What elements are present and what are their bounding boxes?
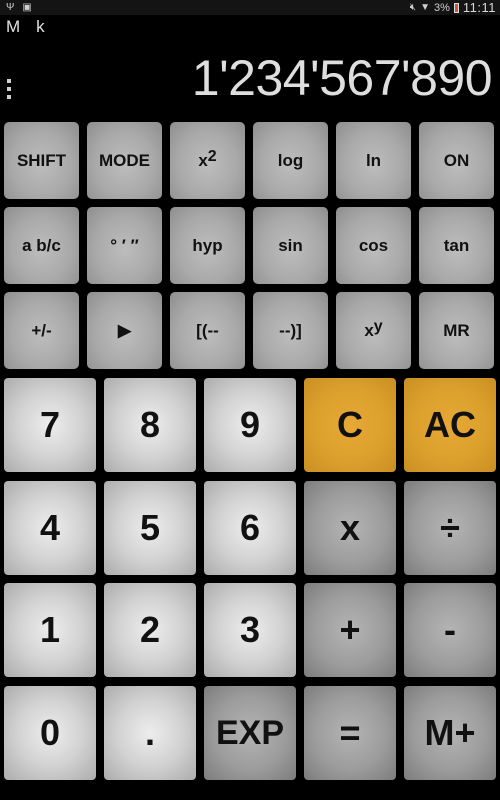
key-label: 2 <box>139 609 161 650</box>
button-label: [(-- <box>196 320 219 340</box>
key-7-button[interactable]: 7 <box>4 378 96 472</box>
button-superscript: 2 <box>207 147 217 165</box>
key-label: 5 <box>139 507 161 548</box>
image-icon: ▣ <box>22 2 32 13</box>
key-0-button[interactable]: 0 <box>4 686 96 780</box>
button-label: sin <box>278 235 303 255</box>
power-button[interactable]: xy <box>336 292 411 369</box>
button-label: MR <box>443 320 470 340</box>
key-6-button[interactable]: 6 <box>204 481 296 575</box>
clock: 11:11 <box>462 0 496 15</box>
button-superscript: y <box>373 317 383 335</box>
key-4-button[interactable]: 4 <box>4 481 96 575</box>
key-label: C <box>337 404 363 445</box>
mr-button[interactable]: MR <box>419 292 494 369</box>
tan-button[interactable]: tan <box>419 207 494 284</box>
key-minus-button[interactable]: - <box>404 583 496 677</box>
key-decimal-button[interactable]: . <box>104 686 196 780</box>
cos-button[interactable]: cos <box>336 207 411 284</box>
key-label: + <box>339 609 361 650</box>
key-label: - <box>444 609 456 650</box>
key-label: 8 <box>139 404 161 445</box>
key-divide-button[interactable]: ÷ <box>404 481 496 575</box>
button-label: a b/c <box>22 235 61 255</box>
shift-button[interactable]: SHIFT <box>4 122 79 199</box>
key-1-button[interactable]: 1 <box>4 583 96 677</box>
calculator-display: 1'234'567'890 <box>191 50 493 106</box>
key-label: 4 <box>39 507 61 548</box>
key-8-button[interactable]: 8 <box>104 378 196 472</box>
hyp-button[interactable]: hyp <box>170 207 245 284</box>
button-label: x <box>198 150 208 170</box>
key-label: 1 <box>39 609 61 650</box>
square-button[interactable]: x2 <box>170 122 245 199</box>
button-label: hyp <box>192 235 223 255</box>
button-label: ° ′ ″ <box>110 235 139 255</box>
status-bar: Ψ ▣ 🔇︎ ▼ 3% 11:11 <box>0 0 500 15</box>
key-multiply-button[interactable]: x <box>304 481 396 575</box>
log-button[interactable]: log <box>253 122 328 199</box>
mute-icon: 🔇︎ <box>409 2 417 13</box>
close-paren-button[interactable]: --)] <box>253 292 328 369</box>
key-label: = <box>339 712 361 753</box>
kilo-indicator: k <box>36 17 45 36</box>
ln-button[interactable]: ln <box>336 122 411 199</box>
button-label: x <box>364 320 374 340</box>
key-label: 6 <box>239 507 261 548</box>
key-label: 3 <box>239 609 261 650</box>
key-label: M+ <box>424 712 476 753</box>
key-label: EXP <box>215 713 285 752</box>
button-label: MODE <box>99 150 150 170</box>
key-label: ÷ <box>440 507 460 548</box>
button-label: log <box>277 150 304 170</box>
degrees-button[interactable]: ° ′ ″ <box>87 207 162 284</box>
key-label: 0 <box>39 712 61 753</box>
key-c-button[interactable]: C <box>304 378 396 472</box>
overflow-menu-icon[interactable] <box>7 79 13 99</box>
key-label: x <box>339 507 361 548</box>
fraction-button[interactable]: a b/c <box>4 207 79 284</box>
button-label: cos <box>358 235 389 255</box>
button-label: --)] <box>279 320 302 340</box>
key-label: 9 <box>239 404 261 445</box>
key-plus-button[interactable]: + <box>304 583 396 677</box>
play-button[interactable]: ▶ <box>87 292 162 369</box>
open-paren-button[interactable]: [(-- <box>170 292 245 369</box>
battery-icon <box>453 2 459 13</box>
key-equals-button[interactable]: = <box>304 686 396 780</box>
key-label: AC <box>424 404 476 445</box>
mode-button[interactable]: MODE <box>87 122 162 199</box>
sin-button[interactable]: sin <box>253 207 328 284</box>
indicator-row: M k <box>6 17 45 37</box>
wifi-icon: ▼ <box>420 2 430 13</box>
button-label: ▶ <box>117 320 132 340</box>
button-label: tan <box>443 235 470 255</box>
key-2-button[interactable]: 2 <box>104 583 196 677</box>
button-label: ln <box>365 150 382 170</box>
sign-button[interactable]: +/- <box>4 292 79 369</box>
on-button[interactable]: ON <box>419 122 494 199</box>
key-3-button[interactable]: 3 <box>204 583 296 677</box>
key-5-button[interactable]: 5 <box>104 481 196 575</box>
button-label: +/- <box>31 320 52 340</box>
usb-icon: Ψ <box>6 2 15 13</box>
button-label: ON <box>443 150 470 170</box>
key-m-plus-button[interactable]: M+ <box>404 686 496 780</box>
key-ac-button[interactable]: AC <box>404 378 496 472</box>
key-label: . <box>144 712 155 753</box>
key-label: 7 <box>39 404 61 445</box>
memory-indicator: M <box>6 17 21 36</box>
battery-percent: 3% <box>433 1 450 14</box>
key-9-button[interactable]: 9 <box>204 378 296 472</box>
button-label: SHIFT <box>16 150 67 170</box>
key-exp-button[interactable]: EXP <box>204 686 296 780</box>
